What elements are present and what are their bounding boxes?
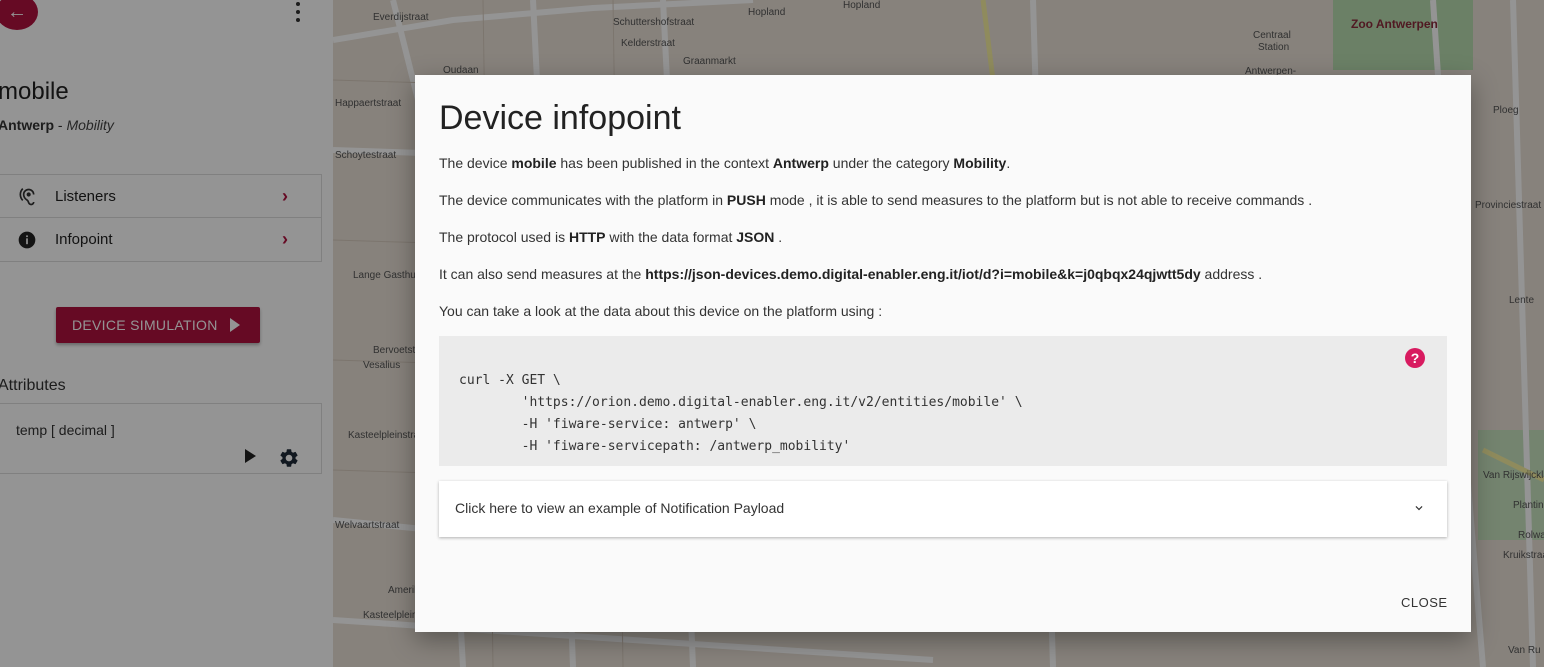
platform-info: You can take a look at the data about th… <box>439 303 883 319</box>
chevron-down-icon <box>1415 506 1423 511</box>
curl-command[interactable]: curl -X GET \ 'https://orion.demo.digita… <box>459 370 1023 458</box>
publish-info: The device mobile has been published in … <box>439 155 1011 171</box>
category-name: Mobility <box>953 155 1007 171</box>
mode-info: The device communicates with the platfor… <box>439 192 1313 208</box>
help-icon[interactable]: ? <box>1405 348 1425 368</box>
protocol-info: The protocol used is HTTP with the data … <box>439 229 783 245</box>
dialog-title: Device infopoint <box>439 99 681 137</box>
device-infopoint-dialog: Device infopoint The device mobile has b… <box>415 75 1471 632</box>
mode-value: PUSH <box>726 192 766 208</box>
context-name: Antwerp <box>772 155 829 171</box>
close-button[interactable]: CLOSE <box>1401 595 1448 610</box>
protocol-value: HTTP <box>568 229 606 245</box>
expander-label: Click here to view an example of Notific… <box>455 500 785 516</box>
format-value: JSON <box>736 229 775 245</box>
endpoint-url[interactable]: https://json-devices.demo.digital-enable… <box>645 266 1200 282</box>
device-name: mobile <box>511 155 557 171</box>
endpoint-info: It can also send measures at the https:/… <box>439 266 1263 282</box>
notification-payload-expander[interactable]: Click here to view an example of Notific… <box>439 481 1447 537</box>
curl-code-block: curl -X GET \ 'https://orion.demo.digita… <box>439 336 1447 466</box>
